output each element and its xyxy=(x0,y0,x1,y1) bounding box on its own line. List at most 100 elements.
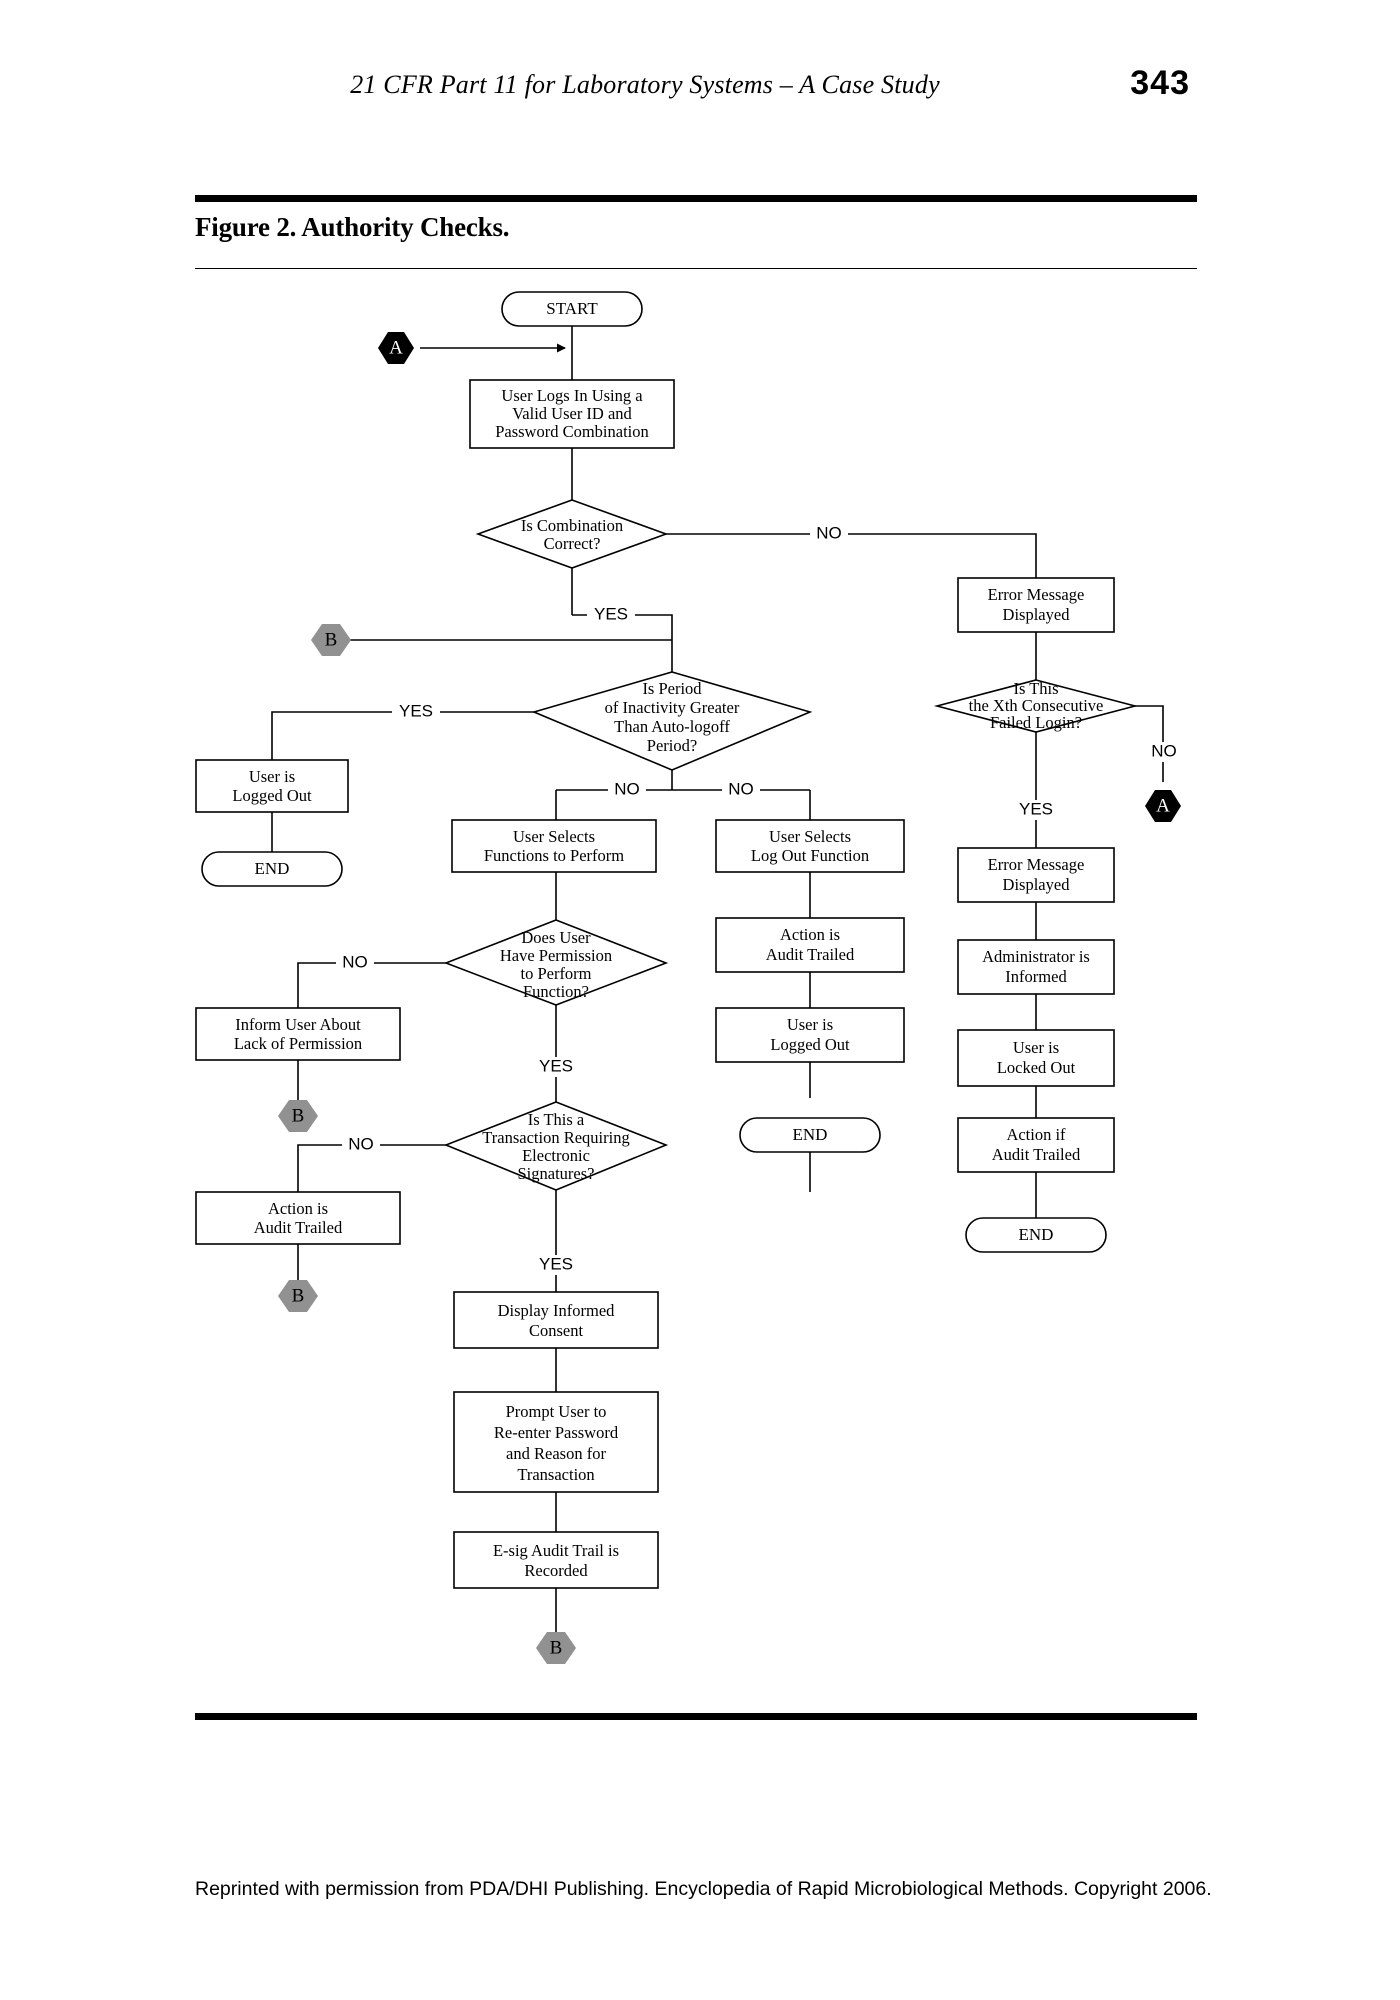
figure-caption: Figure 2. Authority Checks. xyxy=(195,212,510,242)
edge-label-xth-no: NO xyxy=(1145,741,1183,762)
connector-b-out-3: B xyxy=(536,1632,576,1664)
connector-b-out-2: B xyxy=(278,1280,318,1312)
label-yes-inactivity: YES xyxy=(399,701,433,720)
node-decision-xth-login-line1: Is This xyxy=(1013,679,1058,698)
node-display-consent-line1: Display Informed xyxy=(498,1301,616,1320)
node-decision-xth-login: Is This the Xth Consecutive Failed Login… xyxy=(933,679,1139,733)
label-no-inactivity-right: NO xyxy=(728,779,754,798)
connector-a-out-label: A xyxy=(1156,795,1170,816)
caption-underline-rule xyxy=(195,268,1197,269)
node-user-logged-out-mid: User is Logged Out xyxy=(715,1007,905,1063)
node-decision-permission-line1: Does User xyxy=(521,928,591,947)
connector-a-out: A xyxy=(1145,790,1181,822)
node-login-line1: User Logs In Using a xyxy=(501,386,643,405)
authority-checks-flowchart: START A User Logs In Using a Valid User … xyxy=(195,291,1183,1664)
node-end-right: END xyxy=(965,1217,1107,1253)
node-end-left-label: END xyxy=(255,859,290,878)
edge-label-esig-no: NO xyxy=(342,1134,380,1155)
node-select-functions-line1: User Selects xyxy=(513,827,595,846)
node-decision-permission-line3: to Perform xyxy=(520,964,591,983)
node-start-label: START xyxy=(546,299,598,318)
node-decision-permission-line2: Have Permission xyxy=(500,946,612,965)
label-no-combination: NO xyxy=(816,523,842,542)
label-no-esig: NO xyxy=(348,1134,374,1153)
edge-label-inactivity-no-right: NO xyxy=(722,779,760,800)
edge-label-xth-yes: YES xyxy=(1012,799,1060,820)
node-action-audit-trailed-noesig: Action is Audit Trailed xyxy=(195,1191,401,1245)
label-yes-combination: YES xyxy=(594,604,628,623)
node-administrator-informed-line1: Administrator is xyxy=(982,947,1090,966)
edge-label-combination-yes: YES xyxy=(587,604,635,625)
connector-b-out-1: B xyxy=(278,1100,318,1132)
footer-credit: Reprinted with permission from PDA/DHI P… xyxy=(195,1878,1212,1900)
running-head-title: 21 CFR Part 11 for Laboratory Systems – … xyxy=(350,70,940,99)
connector-b-in-label: B xyxy=(325,629,338,650)
edge-label-permission-yes: YES xyxy=(532,1056,580,1077)
running-head: 21 CFR Part 11 for Laboratory Systems – … xyxy=(195,64,1205,120)
node-decision-esig: Is This a Transaction Requiring Electron… xyxy=(443,1101,669,1191)
node-decision-esig-line3: Electronic xyxy=(522,1146,590,1165)
node-user-locked-out-line1: User is xyxy=(1013,1038,1059,1057)
node-administrator-informed-line2: Informed xyxy=(1005,967,1067,986)
node-esig-audit-trail-line2: Recorded xyxy=(524,1561,588,1580)
node-user-logged-out-mid-line1: User is xyxy=(787,1015,833,1034)
node-select-functions-line2: Functions to Perform xyxy=(484,846,624,865)
connector-b-out-3-label: B xyxy=(550,1637,563,1658)
node-start: START xyxy=(501,291,643,327)
node-error-message-2: Error Message Displayed xyxy=(957,847,1115,903)
connector-b-out-1-label: B xyxy=(292,1105,305,1126)
node-error-message-2-line2: Displayed xyxy=(1003,875,1071,894)
node-esig-audit-trail-line1: E-sig Audit Trail is xyxy=(493,1541,619,1560)
node-decision-xth-login-line2: the Xth Consecutive xyxy=(969,696,1104,715)
document-page: 21 CFR Part 11 for Laboratory Systems – … xyxy=(0,0,1400,2000)
node-error-message-1: Error Message Displayed xyxy=(957,577,1115,633)
node-select-logout-line2: Log Out Function xyxy=(751,846,869,865)
node-end-left: END xyxy=(201,851,343,887)
node-user-logged-out-left-line2: Logged Out xyxy=(232,786,312,805)
node-select-logout-line1: User Selects xyxy=(769,827,851,846)
node-error-message-2-line1: Error Message xyxy=(988,855,1085,874)
node-decision-permission-line4: Function? xyxy=(523,982,589,1001)
connector-a-in-label: A xyxy=(389,337,403,358)
bottom-rule xyxy=(195,1713,1197,1720)
edge-label-esig-yes: YES xyxy=(532,1254,580,1275)
node-action-audit-trailed-logout: Action is Audit Trailed xyxy=(715,917,905,973)
node-decision-esig-line4: Signatures? xyxy=(518,1164,595,1183)
node-select-logout: User Selects Log Out Function xyxy=(715,819,905,873)
node-user-logged-out-left: User is Logged Out xyxy=(195,759,349,813)
node-display-consent-line2: Consent xyxy=(529,1321,584,1340)
node-action-if-audit-trailed-line1: Action if xyxy=(1006,1125,1066,1144)
node-prompt-reenter-line3: and Reason for xyxy=(506,1444,606,1463)
node-administrator-informed: Administrator is Informed xyxy=(957,939,1115,995)
node-decision-combination: Is Combination Correct? xyxy=(475,499,669,569)
node-decision-inactivity-line4: Period? xyxy=(647,736,697,755)
edge-label-inactivity-no-left: NO xyxy=(608,779,646,800)
page-number: 343 xyxy=(1130,64,1190,102)
edge-label-permission-no: NO xyxy=(336,952,374,973)
label-yes-permission: YES xyxy=(539,1056,573,1075)
node-end-right-label: END xyxy=(1019,1225,1054,1244)
node-action-if-audit-trailed-line2: Audit Trailed xyxy=(992,1145,1081,1164)
node-decision-combination-line1: Is Combination xyxy=(521,516,623,535)
connector-a-in: A xyxy=(378,332,414,364)
node-decision-permission: Does User Have Permission to Perform Fun… xyxy=(443,919,669,1006)
node-inform-lack-permission: Inform User About Lack of Permission xyxy=(195,1007,401,1061)
node-prompt-reenter: Prompt User to Re-enter Password and Rea… xyxy=(453,1391,659,1493)
node-decision-inactivity-line3: Than Auto-logoff xyxy=(614,717,730,736)
node-error-message-1-line2: Displayed xyxy=(1003,605,1071,624)
node-action-audit-trailed-logout-line1: Action is xyxy=(780,925,840,944)
node-inform-lack-permission-line2: Lack of Permission xyxy=(234,1034,362,1053)
node-login: User Logs In Using a Valid User ID and P… xyxy=(469,379,675,449)
node-action-audit-trailed-logout-line2: Audit Trailed xyxy=(766,945,855,964)
node-prompt-reenter-line2: Re-enter Password xyxy=(494,1423,619,1442)
edge-label-combination-no: NO xyxy=(810,523,848,544)
label-no-permission: NO xyxy=(342,952,368,971)
node-action-if-audit-trailed: Action if Audit Trailed xyxy=(957,1117,1115,1173)
node-action-audit-trailed-noesig-line2: Audit Trailed xyxy=(254,1218,343,1237)
node-action-audit-trailed-noesig-line1: Action is xyxy=(268,1199,328,1218)
flow-edges xyxy=(271,323,1164,1632)
connector-b-in: B xyxy=(311,624,351,656)
node-select-functions: User Selects Functions to Perform xyxy=(451,819,657,873)
node-inform-lack-permission-line1: Inform User About xyxy=(235,1015,361,1034)
label-no-xth-login: NO xyxy=(1151,741,1177,760)
